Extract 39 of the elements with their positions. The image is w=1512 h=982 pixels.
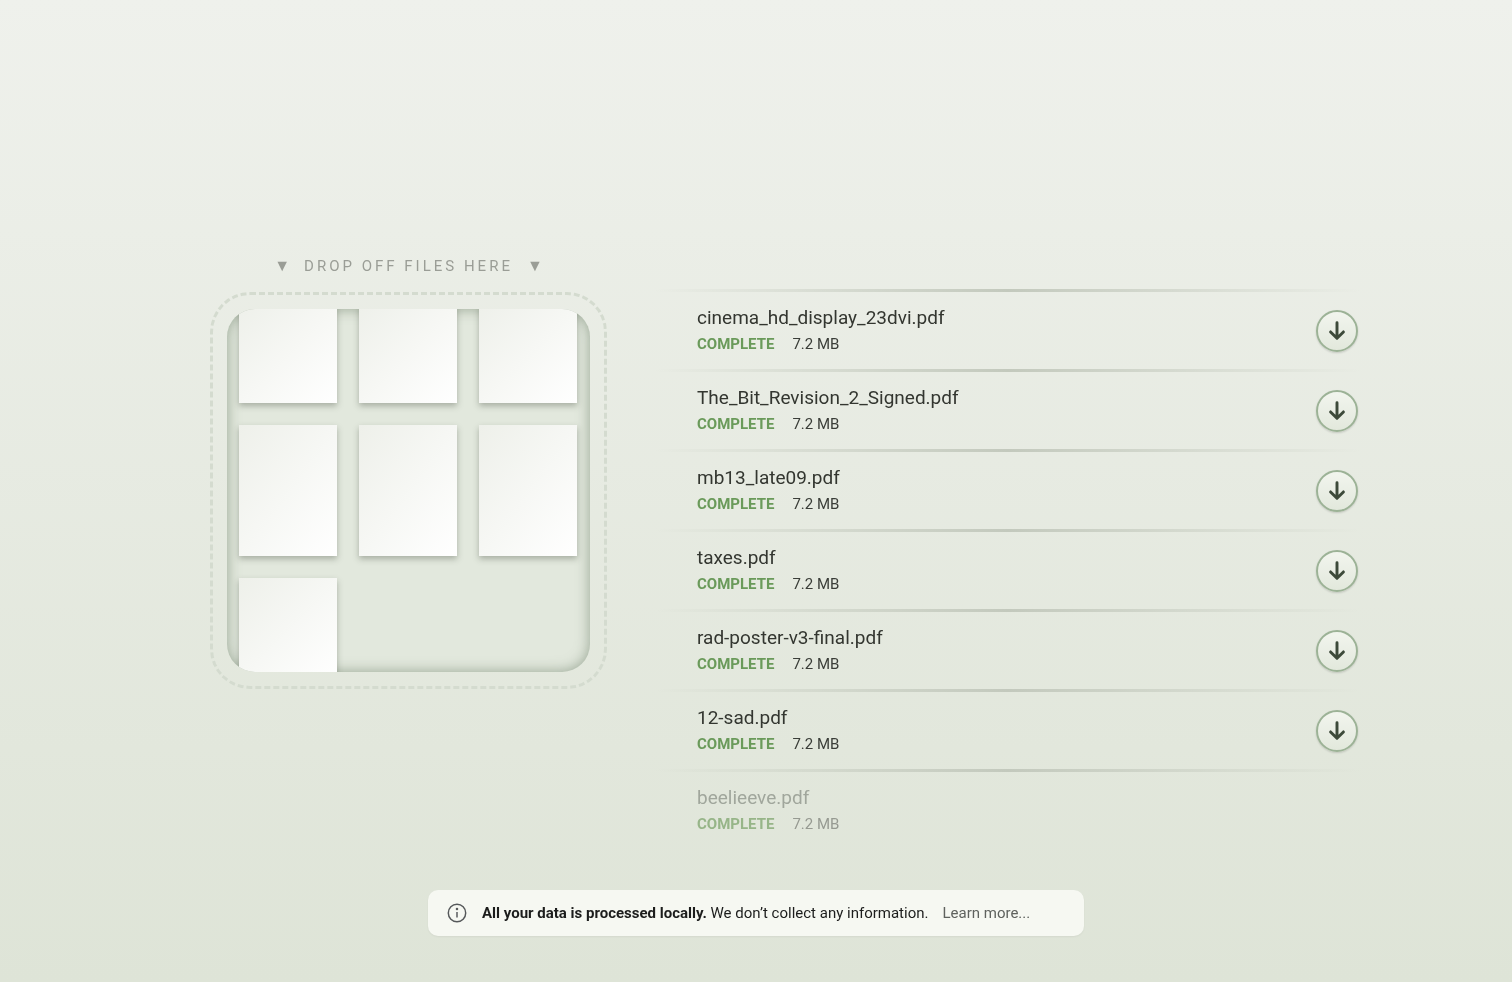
download-icon xyxy=(1326,639,1348,662)
arrow-icon: ▼ xyxy=(274,254,291,278)
status-label: COMPLETE xyxy=(697,734,775,756)
file-size: 7.2 MB xyxy=(792,414,840,436)
file-name: beelieeve.pdf xyxy=(697,785,811,812)
file-name: 12-sad.pdf xyxy=(697,705,789,732)
status-label: COMPLETE xyxy=(697,334,775,356)
privacy-message: All your data is processed locally. We don’t collect any information. xyxy=(482,902,929,924)
download-button[interactable] xyxy=(1316,389,1358,432)
status-label: COMPLETE xyxy=(697,574,775,596)
file-name: The_Bit_Revision_2_Signed.pdf xyxy=(697,385,960,412)
download-icon xyxy=(1326,399,1348,422)
download-icon xyxy=(1326,319,1348,342)
download-button[interactable] xyxy=(1316,469,1358,512)
download-icon xyxy=(1326,479,1348,502)
arrow-icon: ▼ xyxy=(526,254,543,278)
download-button[interactable] xyxy=(1316,709,1358,752)
file-size: 7.2 MB xyxy=(792,494,840,516)
drop-zone-label: DROP OFF FILES HERE xyxy=(304,255,513,277)
file-name: cinema_hd_display_23dvi.pdf xyxy=(697,305,946,332)
download-button[interactable] xyxy=(1316,629,1358,672)
file-name: rad-poster-v3-final.pdf xyxy=(697,625,884,652)
status-label: COMPLETE xyxy=(697,814,775,836)
info-icon xyxy=(446,902,468,924)
file-size: 7.2 MB xyxy=(792,574,840,596)
file-name: mb13_late09.pdf xyxy=(697,465,841,492)
status-label: COMPLETE xyxy=(697,414,775,436)
file-name: taxes.pdf xyxy=(697,545,777,572)
learn-more-link[interactable]: Learn more... xyxy=(942,901,1031,925)
status-label: COMPLETE xyxy=(697,494,775,516)
file-size: 7.2 MB xyxy=(792,814,840,836)
download-icon xyxy=(1326,719,1348,742)
download-icon xyxy=(1326,559,1348,582)
file-size: 7.2 MB xyxy=(792,734,840,756)
file-size: 7.2 MB xyxy=(792,334,840,356)
download-button[interactable] xyxy=(1316,549,1358,592)
file-size: 7.2 MB xyxy=(792,654,840,676)
status-label: COMPLETE xyxy=(697,654,775,676)
download-button[interactable] xyxy=(1316,309,1358,352)
